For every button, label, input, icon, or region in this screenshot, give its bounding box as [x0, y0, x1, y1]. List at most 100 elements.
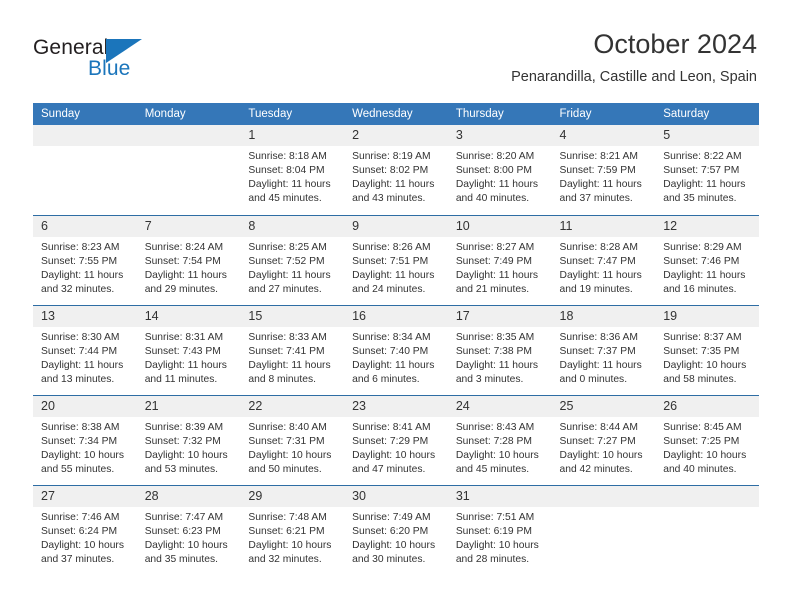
daylight-text-line2: and 8 minutes.	[248, 373, 316, 385]
daylight-text-line2: and 40 minutes.	[663, 463, 737, 475]
calendar-day-cell[interactable]: 27 Sunrise: 7:46 AM Sunset: 6:24 PM Dayligh…	[33, 484, 137, 575]
calendar-day-cell[interactable]: 14 Sunrise: 8:31 AM Sunset: 7:43 PM Dayligh…	[136, 304, 241, 395]
calendar-day-cell[interactable]: 25 Sunrise: 8:44 AM Sunset: 7:27 PM Dayligh…	[551, 394, 656, 485]
sunset-text: Sunset: 6:21 PM	[248, 525, 325, 537]
daylight-text-line2: and 16 minutes.	[663, 283, 737, 295]
sunset-text: Sunset: 6:19 PM	[455, 525, 532, 537]
daylight-text-line1: Daylight: 11 hours	[455, 179, 539, 191]
day-details: Sunrise: 8:26 AM Sunset: 7:51 PM Daylight:…	[344, 237, 448, 297]
calendar-day-cell[interactable]: 4 Sunrise: 8:21 AM Sunset: 7:59 PM Daylight…	[551, 125, 656, 215]
sunset-text: Sunset: 7:47 PM	[559, 255, 636, 267]
sunrise-text: Sunrise: 7:49 AM	[352, 511, 431, 523]
page-title: October 2024	[593, 29, 757, 59]
calendar-day-cell[interactable]: 26 Sunrise: 8:45 AM Sunset: 7:25 PM Dayligh…	[655, 394, 759, 485]
daylight-text-line1: Daylight: 11 hours	[455, 359, 539, 371]
calendar-day-cell[interactable]: 10 Sunrise: 8:27 AM Sunset: 7:49 PM Dayligh…	[447, 214, 552, 305]
sunrise-text: Sunrise: 8:30 AM	[41, 331, 120, 343]
daylight-text-line2: and 45 minutes.	[248, 193, 322, 205]
day-number: 15	[240, 305, 345, 327]
calendar-day-cell-empty	[655, 484, 759, 575]
calendar-day-cell[interactable]: 1 Sunrise: 8:18 AM Sunset: 8:04 PM Daylight…	[240, 125, 345, 215]
calendar-day-cell[interactable]: 21 Sunrise: 8:39 AM Sunset: 7:32 PM Dayligh…	[136, 394, 241, 485]
calendar-day-cell-empty	[33, 125, 137, 215]
calendar-day-cell[interactable]: 6 Sunrise: 8:23 AM Sunset: 7:55 PM Daylight…	[33, 214, 137, 305]
calendar-week-row: 6 Sunrise: 8:23 AM Sunset: 7:55 PM Daylight…	[33, 214, 759, 305]
day-details: Sunrise: 7:49 AM Sunset: 6:20 PM Daylight:…	[344, 507, 448, 567]
day-number: 6	[33, 215, 137, 237]
sunrise-text: Sunrise: 8:23 AM	[41, 241, 120, 253]
calendar-day-cell[interactable]: 29 Sunrise: 7:48 AM Sunset: 6:21 PM Dayligh…	[240, 484, 345, 575]
calendar-day-cell-empty	[136, 125, 241, 215]
calendar-day-cell[interactable]: 20 Sunrise: 8:38 AM Sunset: 7:34 PM Dayligh…	[33, 394, 137, 485]
day-number: 21	[136, 395, 241, 417]
calendar-day-cell[interactable]: 17 Sunrise: 8:35 AM Sunset: 7:38 PM Dayligh…	[447, 304, 552, 395]
day-details: Sunrise: 8:41 AM Sunset: 7:29 PM Daylight:…	[344, 417, 448, 477]
daylight-text-line2: and 35 minutes.	[663, 193, 737, 205]
day-number: 13	[33, 305, 137, 327]
calendar-day-cell[interactable]: 11 Sunrise: 8:28 AM Sunset: 7:47 PM Dayligh…	[551, 214, 656, 305]
calendar-day-cell[interactable]: 5 Sunrise: 8:22 AM Sunset: 7:57 PM Daylight…	[655, 125, 759, 215]
daylight-text-line2: and 29 minutes.	[144, 283, 218, 295]
calendar-day-cell[interactable]: 22 Sunrise: 8:40 AM Sunset: 7:31 PM Dayligh…	[240, 394, 345, 485]
day-number: 28	[136, 485, 241, 507]
calendar-day-cell[interactable]: 31 Sunrise: 7:51 AM Sunset: 6:19 PM Dayligh…	[447, 484, 552, 575]
daylight-text-line1: Daylight: 11 hours	[41, 269, 124, 281]
daylight-text-line1: Daylight: 11 hours	[352, 179, 435, 191]
day-details: Sunrise: 8:45 AM Sunset: 7:25 PM Daylight:…	[655, 417, 759, 477]
day-number	[551, 485, 656, 507]
daylight-text-line2: and 27 minutes.	[248, 283, 322, 295]
day-number: 3	[447, 125, 552, 146]
calendar-day-cell[interactable]: 8 Sunrise: 8:25 AM Sunset: 7:52 PM Daylight…	[240, 214, 345, 305]
sunset-text: Sunset: 7:49 PM	[455, 255, 532, 267]
weekday-header-wednesday: Wednesday	[344, 103, 448, 125]
day-details: Sunrise: 8:44 AM Sunset: 7:27 PM Daylight:…	[552, 417, 656, 477]
calendar-day-cell[interactable]: 9 Sunrise: 8:26 AM Sunset: 7:51 PM Daylight…	[344, 214, 448, 305]
calendar-day-cell[interactable]: 24 Sunrise: 8:43 AM Sunset: 7:28 PM Dayligh…	[447, 394, 552, 485]
day-details: Sunrise: 7:46 AM Sunset: 6:24 PM Daylight:…	[33, 507, 137, 567]
calendar-day-cell[interactable]: 18 Sunrise: 8:36 AM Sunset: 7:37 PM Dayligh…	[551, 304, 656, 395]
weekday-header-sunday: Sunday	[33, 103, 137, 125]
daylight-text-line2: and 55 minutes.	[41, 463, 115, 475]
calendar-day-cell[interactable]: 16 Sunrise: 8:34 AM Sunset: 7:40 PM Dayligh…	[344, 304, 448, 395]
calendar-day-cell[interactable]: 30 Sunrise: 7:49 AM Sunset: 6:20 PM Dayligh…	[344, 484, 448, 575]
daylight-text-line1: Daylight: 11 hours	[248, 179, 331, 191]
day-number: 17	[447, 305, 552, 327]
daylight-text-line1: Daylight: 10 hours	[663, 449, 747, 461]
sunset-text: Sunset: 7:46 PM	[663, 255, 740, 267]
daylight-text-line1: Daylight: 10 hours	[248, 449, 332, 461]
calendar-day-cell[interactable]: 19 Sunrise: 8:37 AM Sunset: 7:35 PM Dayligh…	[655, 304, 759, 395]
daylight-text-line2: and 3 minutes.	[455, 373, 524, 385]
calendar-day-cell[interactable]: 2 Sunrise: 8:19 AM Sunset: 8:02 PM Daylight…	[344, 125, 448, 215]
calendar-day-cell[interactable]: 3 Sunrise: 8:20 AM Sunset: 8:00 PM Daylight…	[447, 125, 552, 215]
daylight-text-line1: Daylight: 11 hours	[144, 269, 227, 281]
day-details: Sunrise: 8:30 AM Sunset: 7:44 PM Daylight:…	[33, 327, 137, 387]
calendar-day-cell[interactable]: 28 Sunrise: 7:47 AM Sunset: 6:23 PM Dayligh…	[136, 484, 241, 575]
calendar-day-cell[interactable]: 13 Sunrise: 8:30 AM Sunset: 7:44 PM Dayligh…	[33, 304, 137, 395]
daylight-text-line1: Daylight: 11 hours	[248, 359, 331, 371]
daylight-text-line1: Daylight: 11 hours	[41, 359, 124, 371]
sunset-text: Sunset: 6:24 PM	[41, 525, 118, 537]
calendar-day-cell[interactable]: 23 Sunrise: 8:41 AM Sunset: 7:29 PM Dayligh…	[344, 394, 448, 485]
general-blue-logo: General Blue	[33, 36, 213, 88]
sunset-text: Sunset: 7:31 PM	[248, 435, 325, 447]
daylight-text-line1: Daylight: 11 hours	[663, 269, 746, 281]
daylight-text-line2: and 0 minutes.	[559, 373, 628, 385]
daylight-text-line2: and 43 minutes.	[352, 193, 426, 205]
sunrise-text: Sunrise: 8:45 AM	[663, 421, 742, 433]
calendar-week-row: 13 Sunrise: 8:30 AM Sunset: 7:44 PM Dayligh…	[33, 304, 759, 395]
sunrise-text: Sunrise: 8:40 AM	[248, 421, 327, 433]
daylight-text-line2: and 47 minutes.	[352, 463, 426, 475]
day-number: 12	[655, 215, 759, 237]
daylight-text-line2: and 40 minutes.	[455, 193, 530, 205]
daylight-text-line2: and 58 minutes.	[663, 373, 737, 385]
calendar-day-cell[interactable]: 7 Sunrise: 8:24 AM Sunset: 7:54 PM Daylight…	[136, 214, 241, 305]
calendar-day-cell[interactable]: 12 Sunrise: 8:29 AM Sunset: 7:46 PM Dayligh…	[655, 214, 759, 305]
daylight-text-line2: and 24 minutes.	[352, 283, 426, 295]
day-details: Sunrise: 8:39 AM Sunset: 7:32 PM Daylight:…	[137, 417, 241, 477]
day-details: Sunrise: 8:25 AM Sunset: 7:52 PM Daylight:…	[240, 237, 344, 297]
calendar-day-cell[interactable]: 15 Sunrise: 8:33 AM Sunset: 7:41 PM Dayligh…	[240, 304, 345, 395]
day-details: Sunrise: 8:43 AM Sunset: 7:28 PM Daylight:…	[448, 417, 552, 477]
sunset-text: Sunset: 8:04 PM	[248, 165, 325, 177]
daylight-text-line1: Daylight: 10 hours	[41, 449, 124, 461]
daylight-text-line2: and 32 minutes.	[248, 553, 322, 565]
